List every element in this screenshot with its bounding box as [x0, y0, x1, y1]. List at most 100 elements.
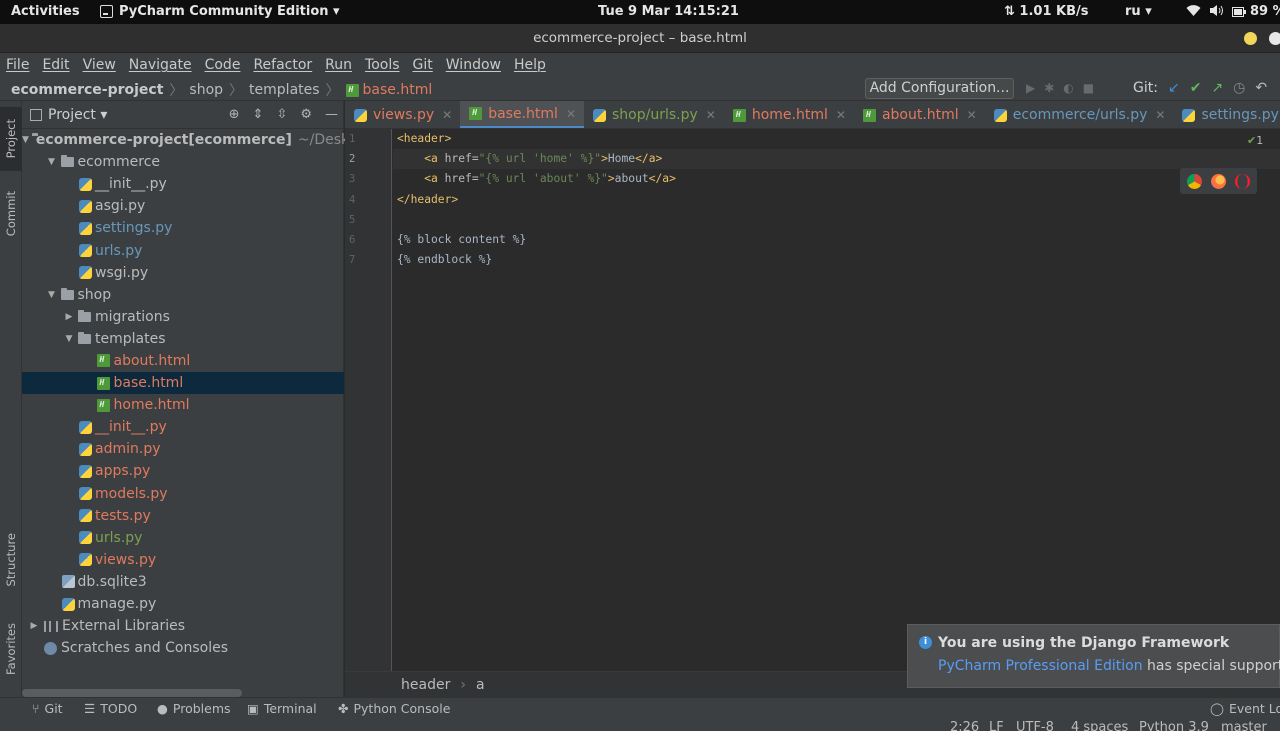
hide-icon[interactable]: —: [325, 107, 338, 122]
tree-item[interactable]: ▼ ecommerce-project [ecommerce] ~/Deskto: [22, 129, 363, 151]
menu-window[interactable]: Window: [446, 57, 501, 73]
editor-tab[interactable]: shop/urls.py ✕: [584, 101, 724, 128]
django-notification[interactable]: i You are using the Django Framework PyC…: [907, 624, 1280, 688]
project-view-selector[interactable]: Project ▾: [48, 107, 107, 123]
tree-item[interactable]: settings.py: [22, 217, 344, 239]
run-icon[interactable]: ▶: [1026, 81, 1035, 95]
code-editor[interactable]: 1234567 <header> <a href="{% url 'home' …: [345, 129, 1280, 671]
terminal-tool-button[interactable]: ▣ Terminal: [247, 701, 317, 716]
git-rollback-icon[interactable]: ↶: [1255, 80, 1267, 96]
problems-tool-button[interactable]: ● Problems: [157, 701, 231, 716]
tree-item[interactable]: ▶ External Libraries: [22, 615, 344, 637]
keyboard-layout[interactable]: ru ▾: [1125, 4, 1152, 19]
code-line[interactable]: </header>: [397, 190, 458, 210]
clock[interactable]: Tue 9 Mar 14:15:21: [598, 4, 739, 19]
tree-item[interactable]: apps.py: [22, 460, 344, 482]
tree-item[interactable]: base.html: [22, 372, 344, 395]
git-commit-icon[interactable]: ✔: [1190, 80, 1202, 96]
debug-icon[interactable]: ✱: [1044, 81, 1054, 95]
app-menu[interactable]: PyCharm Community Edition ▾: [100, 4, 340, 19]
editor-tab[interactable]: home.html ✕: [724, 101, 854, 128]
python-console-tool-button[interactable]: ✤ Python Console: [338, 701, 450, 716]
code-line[interactable]: <a href="{% url 'about' %}">about</a>: [397, 169, 676, 189]
menu-navigate[interactable]: Navigate: [129, 57, 192, 73]
tree-item[interactable]: urls.py: [22, 527, 344, 549]
editor-breadcrumb-header[interactable]: header: [401, 677, 450, 693]
tree-item[interactable]: views.py: [22, 549, 344, 571]
breadcrumb-project[interactable]: ecommerce-project: [11, 82, 163, 98]
close-tab-icon[interactable]: ✕: [566, 107, 576, 121]
tree-item[interactable]: wsgi.py: [22, 262, 344, 284]
expand-all-icon[interactable]: ⇕: [253, 107, 264, 122]
close-tab-icon[interactable]: ✕: [1155, 108, 1165, 122]
git-update-icon[interactable]: ↙: [1168, 80, 1180, 96]
menu-code[interactable]: Code: [205, 57, 241, 73]
close-tab-icon[interactable]: ✕: [706, 108, 716, 122]
git-tool-button[interactable]: ⑂ Git: [32, 701, 63, 716]
project-panel-header[interactable]: Project ▾ ⊕ ⇕ ⇳ ⚙ —: [22, 101, 343, 129]
tree-item[interactable]: ▼ ecommerce: [22, 151, 344, 173]
indent-setting[interactable]: 4 spaces: [1071, 719, 1128, 731]
firefox-icon[interactable]: [1211, 173, 1226, 189]
menu-edit[interactable]: Edit: [42, 57, 69, 73]
chevron-down-icon[interactable]: ▼: [46, 290, 58, 300]
add-configuration-button[interactable]: Add Configuration...: [865, 78, 1014, 99]
close-tab-icon[interactable]: ✕: [442, 108, 452, 122]
commit-tool-tab[interactable]: Commit: [0, 183, 22, 245]
caret-position[interactable]: 2:26: [950, 719, 979, 731]
git-branch[interactable]: master: [1221, 719, 1267, 731]
minimize-button[interactable]: [1244, 32, 1257, 45]
editor-breadcrumb-a[interactable]: a: [476, 677, 485, 693]
breadcrumb-templates[interactable]: templates: [249, 82, 320, 98]
chevron-right-icon[interactable]: ▶: [28, 621, 40, 631]
chrome-icon[interactable]: [1187, 173, 1202, 189]
activities-button[interactable]: Activities: [11, 4, 80, 19]
python-interpreter[interactable]: Python 3.9: [1139, 719, 1209, 731]
inspection-status[interactable]: ✔1: [1247, 134, 1263, 147]
editor-tab[interactable]: views.py ✕: [345, 101, 460, 128]
tree-item[interactable]: Scratches and Consoles: [22, 637, 344, 659]
coverage-icon[interactable]: ◐: [1063, 81, 1073, 95]
menu-view[interactable]: View: [83, 57, 116, 73]
breadcrumb-current-file[interactable]: base.html: [345, 82, 432, 98]
code-line[interactable]: {% block content %}: [397, 230, 526, 250]
opera-icon[interactable]: [1235, 173, 1250, 189]
tree-item[interactable]: urls.py: [22, 239, 344, 261]
gear-icon[interactable]: ⚙: [300, 107, 312, 122]
chevron-right-icon[interactable]: ▶: [63, 312, 75, 322]
system-tray[interactable]: 89 %: [1186, 4, 1280, 19]
stop-icon[interactable]: ■: [1083, 81, 1094, 95]
collapse-all-icon[interactable]: ⇳: [276, 107, 287, 122]
tree-item[interactable]: models.py: [22, 483, 344, 505]
breadcrumb-shop[interactable]: shop: [189, 82, 223, 98]
editor-tab[interactable]: settings.py✕: [1173, 101, 1280, 128]
maximize-button[interactable]: [1269, 32, 1280, 45]
editor-tab[interactable]: base.html ✕: [460, 101, 584, 128]
menu-tools[interactable]: Tools: [365, 57, 400, 73]
horizontal-scrollbar[interactable]: [22, 689, 242, 697]
chevron-down-icon[interactable]: ▼: [46, 157, 58, 167]
close-tab-icon[interactable]: ✕: [967, 108, 977, 122]
tree-item[interactable]: asgi.py: [22, 195, 344, 217]
git-push-icon[interactable]: ↗: [1211, 80, 1223, 96]
menu-file[interactable]: File: [6, 57, 29, 73]
favorites-tool-tab[interactable]: Favorites: [0, 611, 22, 687]
tree-item[interactable]: ▶ migrations: [22, 306, 344, 328]
menu-git[interactable]: Git: [413, 57, 433, 73]
tree-item[interactable]: ▼ shop: [22, 284, 344, 306]
code-line[interactable]: {% endblock %}: [397, 250, 492, 270]
tree-item[interactable]: tests.py: [22, 505, 344, 527]
file-encoding[interactable]: UTF-8: [1016, 719, 1054, 731]
project-tool-tab[interactable]: Project: [0, 107, 22, 171]
tree-item[interactable]: about.html: [22, 350, 344, 372]
chevron-down-icon[interactable]: ▼: [22, 135, 29, 145]
editor-tab[interactable]: ecommerce/urls.py ✕: [985, 101, 1174, 128]
git-history-icon[interactable]: ◷: [1233, 80, 1245, 96]
tree-item[interactable]: ▼ templates: [22, 328, 344, 350]
tree-item[interactable]: db.sqlite3: [22, 571, 344, 593]
tree-item[interactable]: home.html: [22, 394, 344, 416]
menu-help[interactable]: Help: [514, 57, 546, 73]
editor-tab[interactable]: about.html ✕: [854, 101, 985, 128]
code-line[interactable]: <a href="{% url 'home' %}">Home</a>: [397, 149, 662, 169]
tree-item[interactable]: manage.py: [22, 593, 344, 615]
